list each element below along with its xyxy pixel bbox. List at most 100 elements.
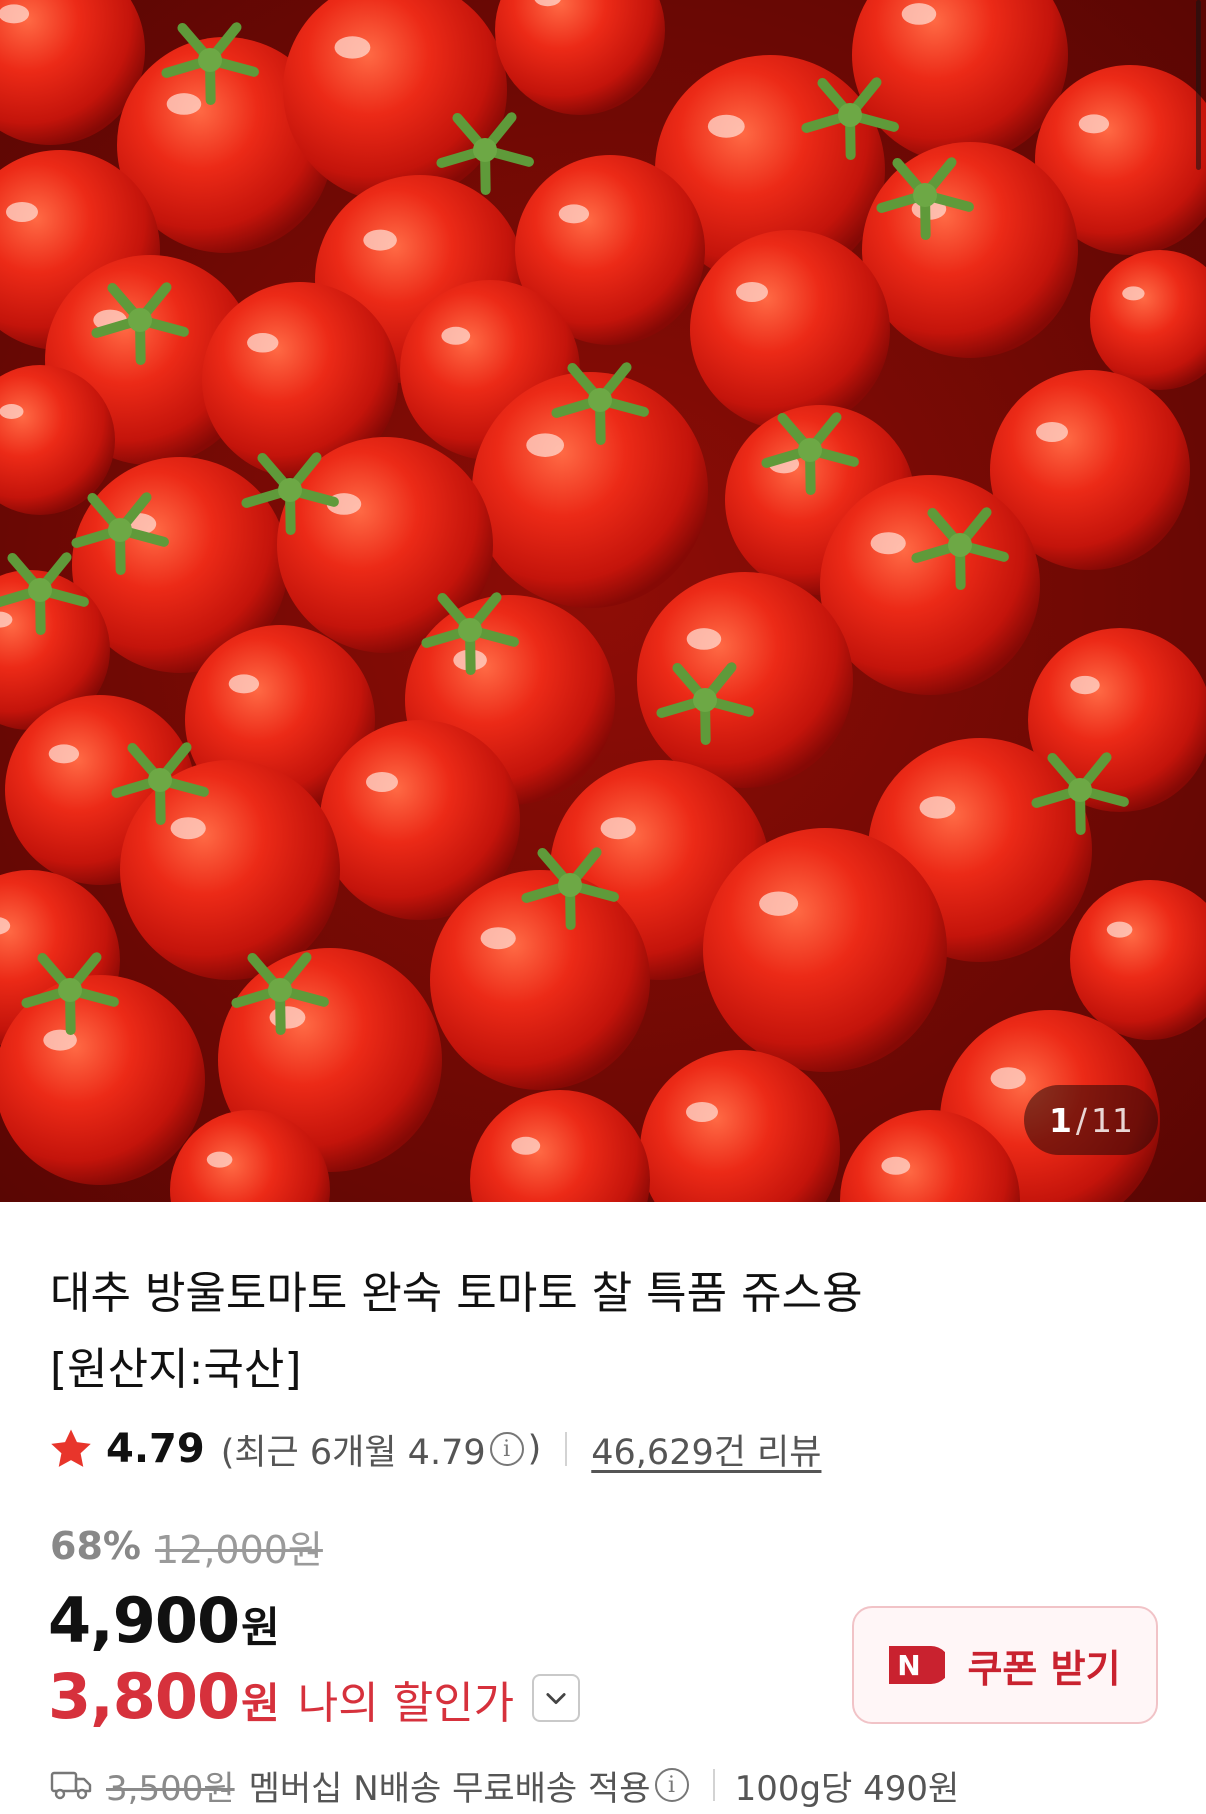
tomato-highlight bbox=[1036, 422, 1068, 442]
tomato-shape bbox=[430, 870, 650, 1090]
scroll-indicator bbox=[1196, 0, 1201, 170]
coupon-label: 쿠폰 받기 bbox=[967, 1646, 1121, 1691]
tomato-stem bbox=[588, 388, 612, 412]
shipping-info-icon[interactable]: i bbox=[654, 1768, 689, 1802]
tomato-highlight bbox=[206, 1151, 233, 1168]
tomato-highlight bbox=[1070, 675, 1100, 695]
my-price-row: 3,800 원 나의 할인가 bbox=[48, 1660, 581, 1736]
tomato-shape bbox=[470, 1090, 650, 1202]
tomato-shape bbox=[852, 0, 1068, 163]
tomato-stem bbox=[28, 578, 52, 602]
tomato-shape bbox=[495, 0, 665, 115]
tomato-shape bbox=[120, 760, 340, 980]
tomato-highlight bbox=[0, 4, 30, 24]
tomato-highlight bbox=[48, 744, 80, 764]
truck-icon bbox=[50, 1771, 92, 1800]
rating-recent-text: (최근 6개월 4.79 bbox=[220, 1432, 486, 1473]
tomato-highlight bbox=[881, 1156, 911, 1175]
product-image bbox=[0, 0, 1206, 1202]
info-icon[interactable]: i bbox=[489, 1432, 524, 1466]
tomato-stem bbox=[558, 873, 582, 897]
shipping-description: 멤버십 N배송 무료배송 적용 bbox=[248, 1768, 651, 1809]
tomato-highlight bbox=[480, 927, 516, 950]
tomato-highlight bbox=[166, 93, 202, 115]
product-title-line1: 대추 방울토마토 완숙 토마토 찰 특품 쥬스용 bbox=[50, 1268, 863, 1319]
tomato-highlight bbox=[441, 326, 471, 345]
tomato-highlight bbox=[247, 332, 279, 353]
my-discount-price: 3,800 bbox=[48, 1660, 240, 1733]
tomato-highlight bbox=[901, 3, 937, 25]
tomato-stem bbox=[693, 688, 717, 712]
naver-n-icon: N bbox=[889, 1646, 946, 1684]
naver-n-letter: N bbox=[898, 1649, 921, 1682]
tomato-stem bbox=[913, 183, 937, 207]
image-counter-current: 1 bbox=[1048, 1100, 1072, 1140]
tomato-shape bbox=[1090, 250, 1206, 390]
tomato-stem bbox=[278, 478, 302, 502]
tomato-highlight bbox=[686, 1102, 718, 1122]
my-discount-label: 나의 할인가 bbox=[297, 1678, 515, 1729]
tomato-highlight bbox=[558, 204, 590, 224]
tomato-highlight bbox=[600, 817, 636, 840]
tomato-stem bbox=[128, 308, 152, 332]
tomato-highlight bbox=[334, 36, 371, 59]
tomato-highlight bbox=[870, 532, 906, 555]
tomato-highlight bbox=[1106, 921, 1133, 938]
tomato-highlight bbox=[366, 772, 398, 792]
rating-score: 4.79 bbox=[106, 1426, 205, 1472]
my-discount-unit: 원 bbox=[241, 1679, 280, 1728]
original-price: 12,000원 bbox=[154, 1527, 323, 1572]
tomato-highlight bbox=[0, 404, 24, 419]
tomato-highlight bbox=[6, 202, 38, 222]
tomato-highlight bbox=[511, 1136, 541, 1155]
tomato-stem bbox=[948, 533, 972, 557]
get-coupon-button[interactable]: N 쿠폰 받기 bbox=[852, 1606, 1158, 1724]
product-image-gallery[interactable]: 1 / 11 bbox=[0, 0, 1206, 1202]
image-counter-separator: / bbox=[1075, 1100, 1088, 1140]
tomato-stem bbox=[458, 618, 482, 642]
discount-row: 68% 12,000원 bbox=[50, 1518, 323, 1574]
divider bbox=[712, 1769, 715, 1801]
tomato-shape bbox=[637, 572, 853, 788]
tomato-stem bbox=[148, 768, 172, 792]
tomato-stem bbox=[838, 103, 862, 127]
tomato-stem bbox=[58, 978, 82, 1002]
tomato-shape bbox=[640, 1050, 840, 1202]
tomato-highlight bbox=[1078, 114, 1110, 134]
tomato-highlight bbox=[707, 114, 745, 138]
tomato-highlight bbox=[1122, 286, 1145, 301]
tomato-highlight bbox=[919, 796, 956, 819]
shipping-row: 3,500원 멤버십 N배송 무료배송 적용 i 100g당 490원 bbox=[50, 1760, 959, 1810]
tomato-highlight bbox=[686, 628, 722, 650]
tomato-stem bbox=[268, 978, 292, 1002]
tomato-highlight bbox=[759, 891, 799, 916]
sale-price-unit: 원 bbox=[241, 1603, 280, 1652]
sale-price: 4,900 bbox=[48, 1584, 240, 1657]
chevron-down-icon bbox=[546, 1693, 566, 1705]
tomato-highlight bbox=[269, 1006, 306, 1029]
rating-row: 4.79 (최근 6개월 4.79 i ) 46,629건 리뷰 bbox=[48, 1422, 821, 1476]
tomato-stem bbox=[198, 48, 222, 72]
tomato-shape bbox=[703, 828, 947, 1072]
image-counter-total: 11 bbox=[1091, 1100, 1134, 1140]
tomato-highlight bbox=[736, 282, 768, 302]
image-counter: 1 / 11 bbox=[1024, 1085, 1158, 1155]
star-icon bbox=[51, 1429, 91, 1467]
discount-rate: 68% bbox=[50, 1524, 141, 1568]
expand-discount-button[interactable] bbox=[532, 1674, 581, 1722]
rating-recent-close: ) bbox=[527, 1429, 542, 1469]
tomato-stem bbox=[798, 438, 822, 462]
rating-recent: (최근 6개월 4.79 i ) bbox=[221, 1424, 542, 1475]
tomato-highlight bbox=[990, 1067, 1026, 1090]
review-count-link[interactable]: 46,629건 리뷰 bbox=[591, 1424, 821, 1475]
tomato-highlight bbox=[526, 433, 565, 457]
tomato-stem bbox=[473, 138, 497, 162]
tomato-shape bbox=[820, 475, 1040, 695]
tomato-highlight bbox=[363, 229, 397, 251]
sale-price-row: 4,900 원 bbox=[48, 1584, 280, 1660]
tomato-shape bbox=[1070, 880, 1206, 1040]
tomato-shape bbox=[690, 230, 890, 430]
tomato-highlight bbox=[170, 817, 206, 840]
tomato-stem bbox=[108, 518, 132, 542]
tomato-highlight bbox=[228, 674, 260, 694]
